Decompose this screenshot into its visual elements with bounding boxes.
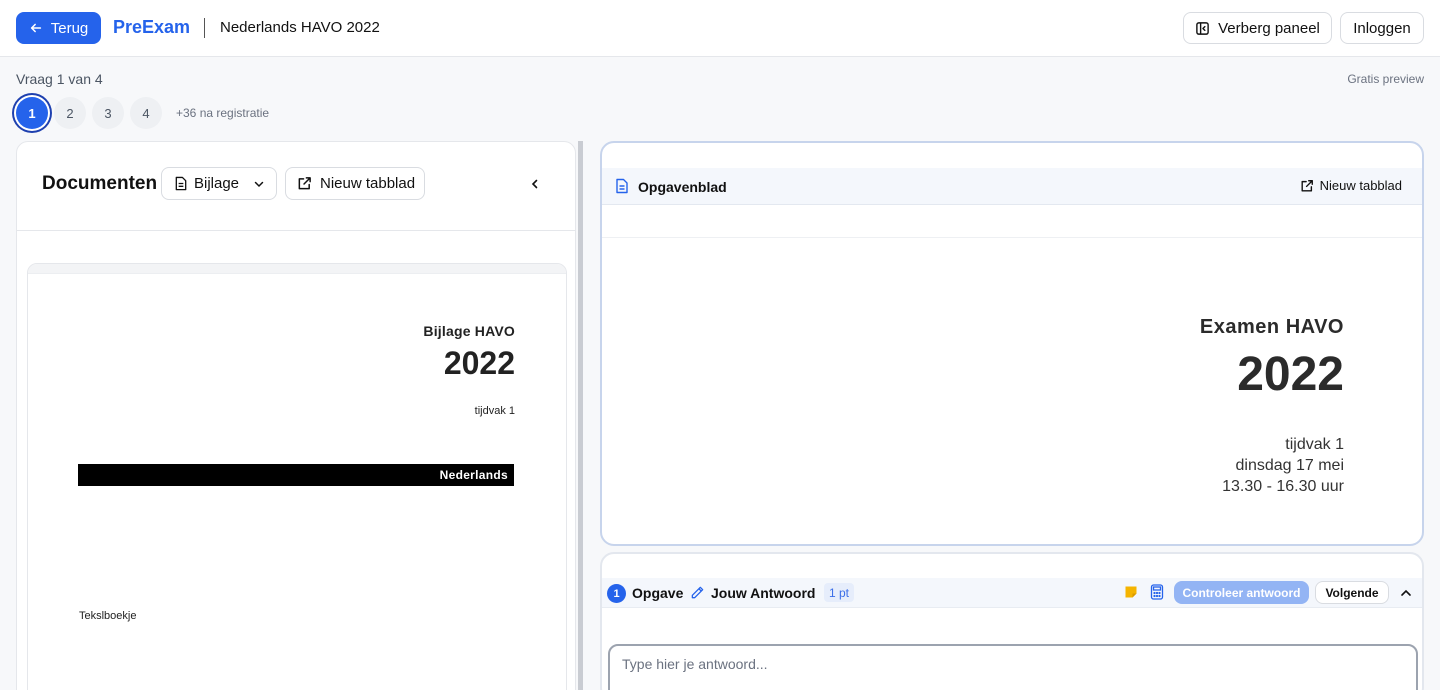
collapse-panel-button[interactable]	[525, 174, 545, 194]
documents-new-tab-label: Nieuw tabblad	[320, 175, 416, 192]
chevron-down-icon	[254, 181, 264, 187]
opgavenblad-header: Opgavenblad Nieuw tabblad	[602, 168, 1422, 205]
answer-input[interactable]	[608, 644, 1418, 690]
doc-tijdvak: tijdvak 1	[474, 405, 515, 417]
panel-resize-handle[interactable]	[578, 141, 583, 690]
sidebar-panel-icon	[1196, 21, 1209, 35]
question-button-3[interactable]: 3	[92, 97, 124, 129]
document-preview[interactable]: Bijlage HAVO 2022 tijdvak 1 Nederlands T…	[27, 263, 567, 690]
exam-tijdvak: tijdvak 1	[1285, 436, 1344, 453]
brand-logo[interactable]: PreExam	[113, 17, 190, 38]
doc-subject-bar: Nederlands	[78, 464, 514, 486]
back-button-label: Terug	[50, 19, 89, 37]
document-icon	[616, 178, 628, 194]
external-link-icon	[298, 177, 311, 190]
question-number-badge: 1	[607, 584, 626, 603]
opgavenblad-panel: Opgavenblad Nieuw tabblad Examen HAVO 20…	[600, 141, 1424, 546]
exam-year: 2022	[1237, 348, 1344, 401]
points-badge: 1 pt	[824, 583, 855, 602]
documents-title: Documenten	[42, 173, 158, 194]
opgavenblad-new-tab-button[interactable]: Nieuw tabblad	[1300, 178, 1402, 193]
exam-time: 13.30 - 16.30 uur	[1222, 478, 1344, 495]
back-button[interactable]: Terug	[16, 12, 101, 44]
note-icon[interactable]	[1124, 585, 1138, 599]
doc-subject: Nederlands	[439, 468, 508, 482]
next-button[interactable]: Volgende	[1315, 581, 1389, 604]
question-button-2[interactable]: 2	[54, 97, 86, 129]
question-counter: Vraag 1 van 4	[16, 71, 103, 87]
document-select[interactable]: Bijlage	[161, 167, 277, 200]
answer-label: Jouw Antwoord	[711, 585, 816, 601]
doc-heading: Bijlage HAVO	[423, 323, 515, 339]
exam-date: dinsdag 17 mei	[1235, 457, 1344, 474]
calculator-icon[interactable]	[1150, 584, 1164, 600]
opgavenblad-title: Opgavenblad	[638, 179, 727, 195]
opgavenblad-new-tab-label: Nieuw tabblad	[1319, 178, 1402, 193]
document-select-value: Bijlage	[194, 175, 240, 192]
document-icon	[175, 176, 187, 191]
doc-year: 2022	[443, 345, 515, 381]
documents-new-tab-button[interactable]: Nieuw tabblad	[285, 167, 425, 200]
check-answer-button[interactable]: Controleer antwoord	[1174, 581, 1309, 604]
chevron-left-icon	[531, 179, 538, 189]
login-button[interactable]: Inloggen	[1340, 12, 1424, 44]
external-link-icon	[1301, 179, 1313, 192]
preview-label: Gratis preview	[1347, 72, 1424, 86]
opgave-label: Opgave	[632, 585, 684, 601]
header-divider	[204, 18, 205, 38]
hide-panel-button[interactable]: Verberg paneel	[1183, 12, 1332, 44]
pencil-icon	[691, 586, 704, 599]
question-button-1[interactable]: 1	[16, 97, 48, 129]
top-bar: Terug PreExam Nederlands HAVO 2022 Verbe…	[0, 0, 1440, 57]
exam-heading: Examen HAVO	[1199, 316, 1344, 338]
answer-header: 1 Opgave Jouw Antwoord 1 pt Controleer a…	[602, 578, 1422, 608]
documents-separator	[17, 230, 575, 231]
chevron-up-icon[interactable]	[1398, 585, 1414, 601]
documents-panel: Documenten Bijlage Nieuw tabblad Bijlage…	[16, 141, 576, 690]
more-questions-note: +36 na registratie	[176, 106, 270, 120]
exam-title: Nederlands HAVO 2022	[220, 19, 380, 36]
login-label: Inloggen	[1353, 19, 1411, 37]
arrow-left-icon	[30, 23, 41, 33]
answer-panel: 1 Opgave Jouw Antwoord 1 pt Controleer a…	[600, 552, 1424, 690]
doc-footer: Tekslboekje	[79, 610, 137, 622]
hide-panel-label: Verberg paneel	[1218, 19, 1320, 37]
question-button-4[interactable]: 4	[130, 97, 162, 129]
